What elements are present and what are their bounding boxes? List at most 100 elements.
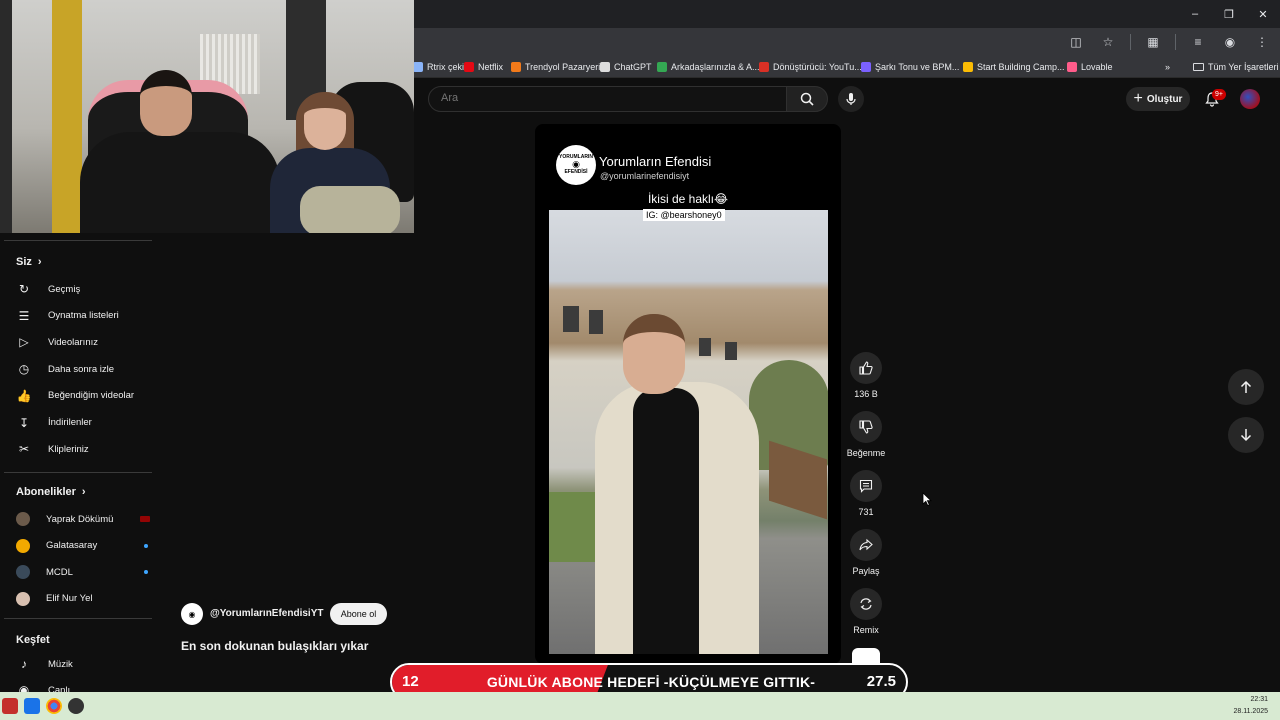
all-bookmarks-folder[interactable]: Tüm Yer İşaretleri (1193, 60, 1279, 74)
channel-logo[interactable]: YORUMLARIN ◉ EFENDİSİ (556, 145, 596, 185)
sidebar-item[interactable]: ▷ Videolarınız (16, 332, 156, 352)
bookmark-item[interactable]: Lovable (1067, 60, 1113, 74)
search-button[interactable] (786, 86, 828, 112)
chevron-right-icon: › (37, 256, 42, 268)
shorts-player[interactable]: YORUMLARIN ◉ EFENDİSİ Yorumların Efendis… (535, 124, 841, 664)
subscribe-button[interactable]: Abone ol (330, 603, 387, 625)
sidebar-item-label: Daha sonra izle (48, 363, 115, 375)
chrome-icon[interactable] (46, 698, 62, 714)
channel-avatar-small[interactable]: ◉ (181, 603, 203, 625)
bookmark-item[interactable]: Şarkı Tonu ve BPM... (861, 60, 959, 74)
comments-button[interactable] (850, 470, 882, 502)
subscription-avatar (16, 565, 30, 579)
voice-search-button[interactable] (838, 86, 864, 112)
sidebar-item[interactable]: ✂ Klipleriniz (16, 439, 156, 459)
share-button[interactable] (850, 529, 882, 561)
bookmark-item[interactable]: Arkadaşlarınızla & A... (657, 60, 760, 74)
extensions-icon[interactable]: ▦ (1143, 32, 1163, 52)
obs-icon[interactable] (68, 698, 84, 714)
comments-action[interactable]: 731 (846, 470, 886, 517)
restore-button[interactable]: ❐ (1212, 0, 1246, 28)
bookmark-item[interactable]: Start Building Camp... (963, 60, 1065, 74)
subscription-item[interactable]: Elif Nur Yel (16, 589, 156, 609)
previous-short-button[interactable] (1228, 369, 1264, 405)
chatgpt-icon (600, 62, 610, 72)
new-content-dot (144, 570, 148, 574)
goal-target-value: 27.5 (866, 673, 896, 690)
search-box[interactable] (428, 86, 788, 112)
meta-channel-handle[interactable]: @YorumlarınEfendisiYT (210, 608, 323, 619)
bookmark-item[interactable]: Trendyol Pazaryeri (511, 60, 600, 74)
bookmark-item[interactable]: Dönüştürücü: YouTu... (759, 60, 862, 74)
channel-handle: @yorumlarinefendisiyt (600, 171, 690, 181)
like-action[interactable]: 136 B (846, 352, 886, 399)
sidebar-divider (4, 472, 152, 473)
bookmark-icon (413, 62, 423, 72)
subscription-item[interactable]: MCDL (16, 562, 156, 582)
subscription-label: MCDL (46, 566, 73, 578)
subscription-item[interactable]: Galatasaray (16, 536, 156, 556)
remix-button[interactable] (850, 588, 882, 620)
bookmark-label: Arkadaşlarınızla & A... (671, 62, 760, 72)
live-indicator-icon (140, 516, 150, 522)
sidebar-divider (4, 240, 152, 241)
next-short-button[interactable] (1228, 417, 1264, 453)
subscriptions-heading-label: Abonelikler (16, 486, 76, 498)
explore-heading-label: Keşfet (16, 634, 50, 646)
goal-text: GÜNLÜK ABONE HEDEFİ -KÜÇÜLMEYE GITTIK- (486, 674, 816, 690)
sidebar-item-label: Müzik (48, 658, 73, 670)
person-shirt (633, 388, 699, 654)
like-button[interactable] (850, 352, 882, 384)
playlists-icon: ☰ (18, 308, 30, 323)
media-controls-icon[interactable]: ≡ (1188, 32, 1208, 52)
sidebar-subscriptions-heading[interactable]: Abonelikler › (16, 486, 86, 498)
watch-later-icon: ◷ (18, 362, 30, 377)
sidebar-item-label: Oynatma listeleri (48, 310, 119, 322)
webcam-streamer-head (140, 70, 192, 136)
remix-icon (860, 598, 872, 610)
new-content-dot (144, 543, 148, 548)
sidebar-item-label: İndirilenler (48, 417, 92, 428)
more-bookmarks-button[interactable]: » (1165, 60, 1170, 74)
sidebar-you-heading[interactable]: Siz › (16, 256, 42, 268)
remix-action[interactable]: Remix (846, 588, 886, 635)
chevron-right-icon: › (81, 486, 86, 498)
sidebar-item-label: Videolarınız (48, 336, 98, 348)
subscription-item[interactable]: Yaprak Dökümü (16, 509, 156, 529)
music-icon: ♪ (21, 657, 27, 671)
search-input[interactable] (441, 92, 761, 104)
share-action[interactable]: Paylaş (846, 529, 886, 576)
bookmark-star-icon[interactable]: ☆ (1098, 32, 1118, 52)
sidebar-item[interactable]: 👍 Beğendiğim videolar (16, 386, 156, 406)
toolbar-divider (1130, 34, 1131, 50)
sidebar-item[interactable]: ☰ Oynatma listeleri (16, 306, 156, 326)
sidebar-item[interactable]: ↻ Geçmiş (16, 279, 156, 299)
profile-icon[interactable]: ◉ (1220, 32, 1240, 52)
sidebar-item[interactable]: ◷ Daha sonra izle (16, 359, 156, 379)
sidebar-item[interactable]: ♪ Müzik (16, 654, 156, 674)
account-avatar[interactable] (1240, 89, 1260, 109)
search-icon (800, 92, 814, 106)
history-icon: ↻ (18, 282, 30, 296)
clock-time: 22:31 (1250, 696, 1268, 703)
short-video[interactable] (549, 210, 828, 654)
subscription-label: Elif Nur Yel (46, 593, 93, 604)
channel-logo-face-icon: ◉ (188, 609, 196, 619)
menu-kebab-icon[interactable]: ⋮ (1252, 32, 1272, 52)
windows-start-icon[interactable] (24, 698, 40, 714)
subscription-avatar (16, 512, 30, 526)
minimize-button[interactable]: – (1178, 0, 1212, 28)
dislike-button[interactable] (850, 411, 882, 443)
cast-icon[interactable]: ◫ (1066, 32, 1086, 52)
taskbar-app-icon[interactable] (2, 698, 18, 714)
sidebar-item[interactable]: ↧ İndirilenler (16, 413, 156, 433)
webcam-guest-legs (300, 186, 400, 233)
close-window-button[interactable]: ✕ (1246, 0, 1280, 28)
dislike-action[interactable]: Beğenme (846, 411, 886, 458)
comment-icon (859, 479, 873, 493)
bookmark-item[interactable]: ChatGPT (600, 60, 652, 74)
system-clock[interactable]: 22:31 28.11.2025 (1233, 694, 1268, 718)
create-button[interactable]: + Oluştur (1126, 87, 1190, 111)
bookmark-item[interactable]: Netflix (464, 60, 503, 74)
bookmark-label: Start Building Camp... (977, 62, 1065, 72)
